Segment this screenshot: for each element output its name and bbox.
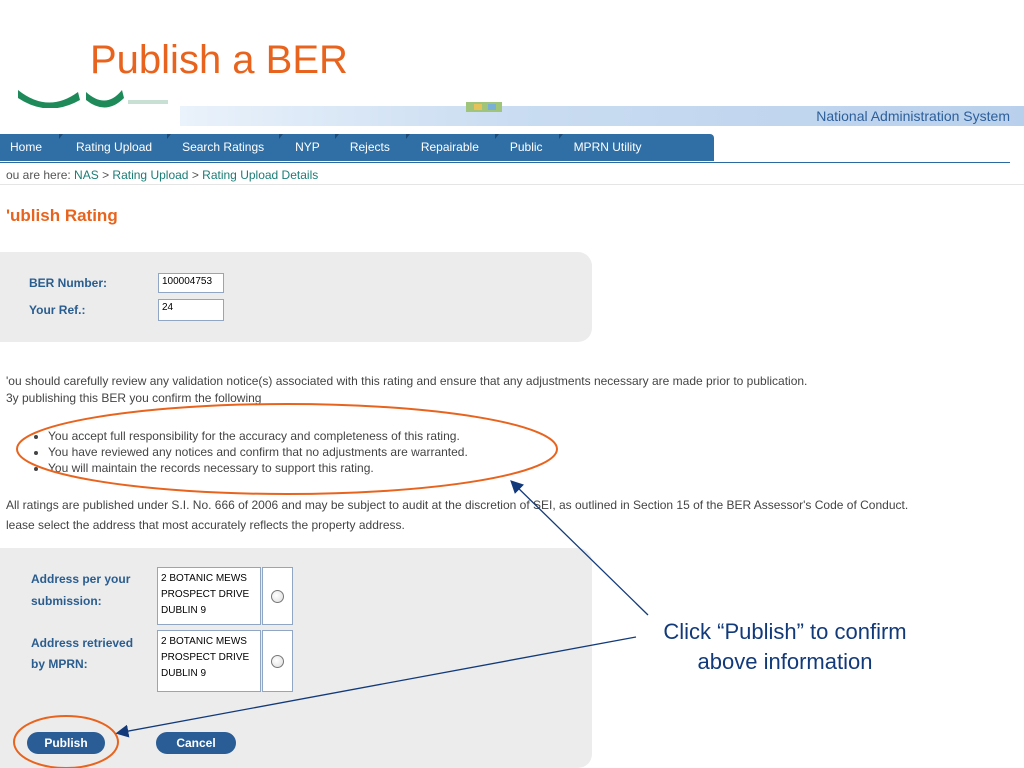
breadcrumb-nas[interactable]: NAS xyxy=(74,168,99,182)
nav-bar: Home Rating Upload Search Ratings NYP Re… xyxy=(0,134,714,161)
breadcrumb-rating-upload-details: Rating Upload Details xyxy=(202,168,319,182)
house-graphic-icon xyxy=(466,102,502,112)
callout-line: above information xyxy=(697,649,873,674)
mprn-address-label: Address retrieved xyxy=(31,636,134,650)
system-name: National Administration System xyxy=(816,108,1010,124)
breadcrumb-separator: > xyxy=(188,168,203,182)
confirmation-list: You accept full responsibility for the a… xyxy=(30,428,468,476)
nav-search-ratings[interactable]: Search Ratings xyxy=(167,134,279,161)
mprn-address-label-2: by MPRN: xyxy=(31,657,88,671)
ber-details-panel xyxy=(0,252,592,342)
address-line: DUBLIN 9 xyxy=(161,605,207,616)
callout-text: Click “Publish” to confirm above informa… xyxy=(630,617,940,677)
breadcrumb: ou are here: NAS > Rating Upload > Ratin… xyxy=(6,168,318,182)
address-line: PROSPECT DRIVE xyxy=(161,589,250,600)
divider xyxy=(0,184,1024,185)
breadcrumb-prefix: ou are here: xyxy=(6,168,75,182)
nav-repairable[interactable]: Repairable xyxy=(405,134,495,161)
mprn-radio-cell xyxy=(262,630,293,692)
submission-address-label-2: submission: xyxy=(31,594,102,608)
your-ref-label: Your Ref.: xyxy=(29,303,86,317)
submission-address-radio[interactable] xyxy=(271,590,284,603)
ber-number-field[interactable]: 100004753 xyxy=(158,273,224,293)
nav-public[interactable]: Public xyxy=(494,134,559,161)
your-ref-field[interactable]: 24 xyxy=(158,299,224,321)
slide-title: Publish a BER xyxy=(90,38,348,82)
submission-address-label: Address per your xyxy=(31,572,130,586)
publish-button[interactable]: Publish xyxy=(27,732,105,754)
main-nav: Home Rating Upload Search Ratings NYP Re… xyxy=(0,134,1010,163)
nav-rating-upload[interactable]: Rating Upload xyxy=(59,134,167,161)
audit-notice: All ratings are published under S.I. No.… xyxy=(6,498,909,512)
address-line: DUBLIN 9 xyxy=(161,668,207,679)
list-item: You will maintain the records necessary … xyxy=(48,460,468,476)
sei-logo xyxy=(18,90,168,108)
cancel-button[interactable]: Cancel xyxy=(156,732,236,754)
list-item: You accept full responsibility for the a… xyxy=(48,428,468,444)
ber-number-label: BER Number: xyxy=(29,276,108,290)
address-instruction: lease select the address that most accur… xyxy=(6,518,405,532)
address-line: 2 BOTANIC MEWS xyxy=(161,636,247,647)
breadcrumb-rating-upload[interactable]: Rating Upload xyxy=(112,168,188,182)
nav-home[interactable]: Home xyxy=(0,134,59,161)
mprn-address-box: 2 BOTANIC MEWS PROSPECT DRIVE DUBLIN 9 xyxy=(157,630,261,692)
address-line: PROSPECT DRIVE xyxy=(161,652,250,663)
breadcrumb-separator: > xyxy=(98,168,113,182)
callout-line: Click “Publish” to confirm xyxy=(663,619,907,644)
label-line: Address per your xyxy=(31,572,131,586)
submission-address-box: 2 BOTANIC MEWS PROSPECT DRIVE DUBLIN 9 xyxy=(157,567,261,625)
page-heading: 'ublish Rating xyxy=(6,206,118,225)
nav-rejects[interactable]: Rejects xyxy=(334,134,406,161)
submission-radio-cell xyxy=(262,567,293,625)
site-header: National Administration System xyxy=(0,86,1024,126)
notice-text-2: 3y publishing this BER you confirm the f… xyxy=(6,391,262,405)
list-item: You have reviewed any notices and confir… xyxy=(48,444,468,460)
nav-mprn-utility[interactable]: MPRN Utility xyxy=(558,134,658,161)
notice-text-1: 'ou should carefully review any validati… xyxy=(6,374,808,388)
mprn-address-radio[interactable] xyxy=(271,655,284,668)
address-line: 2 BOTANIC MEWS xyxy=(161,573,247,584)
nav-nyp[interactable]: NYP xyxy=(279,134,335,161)
